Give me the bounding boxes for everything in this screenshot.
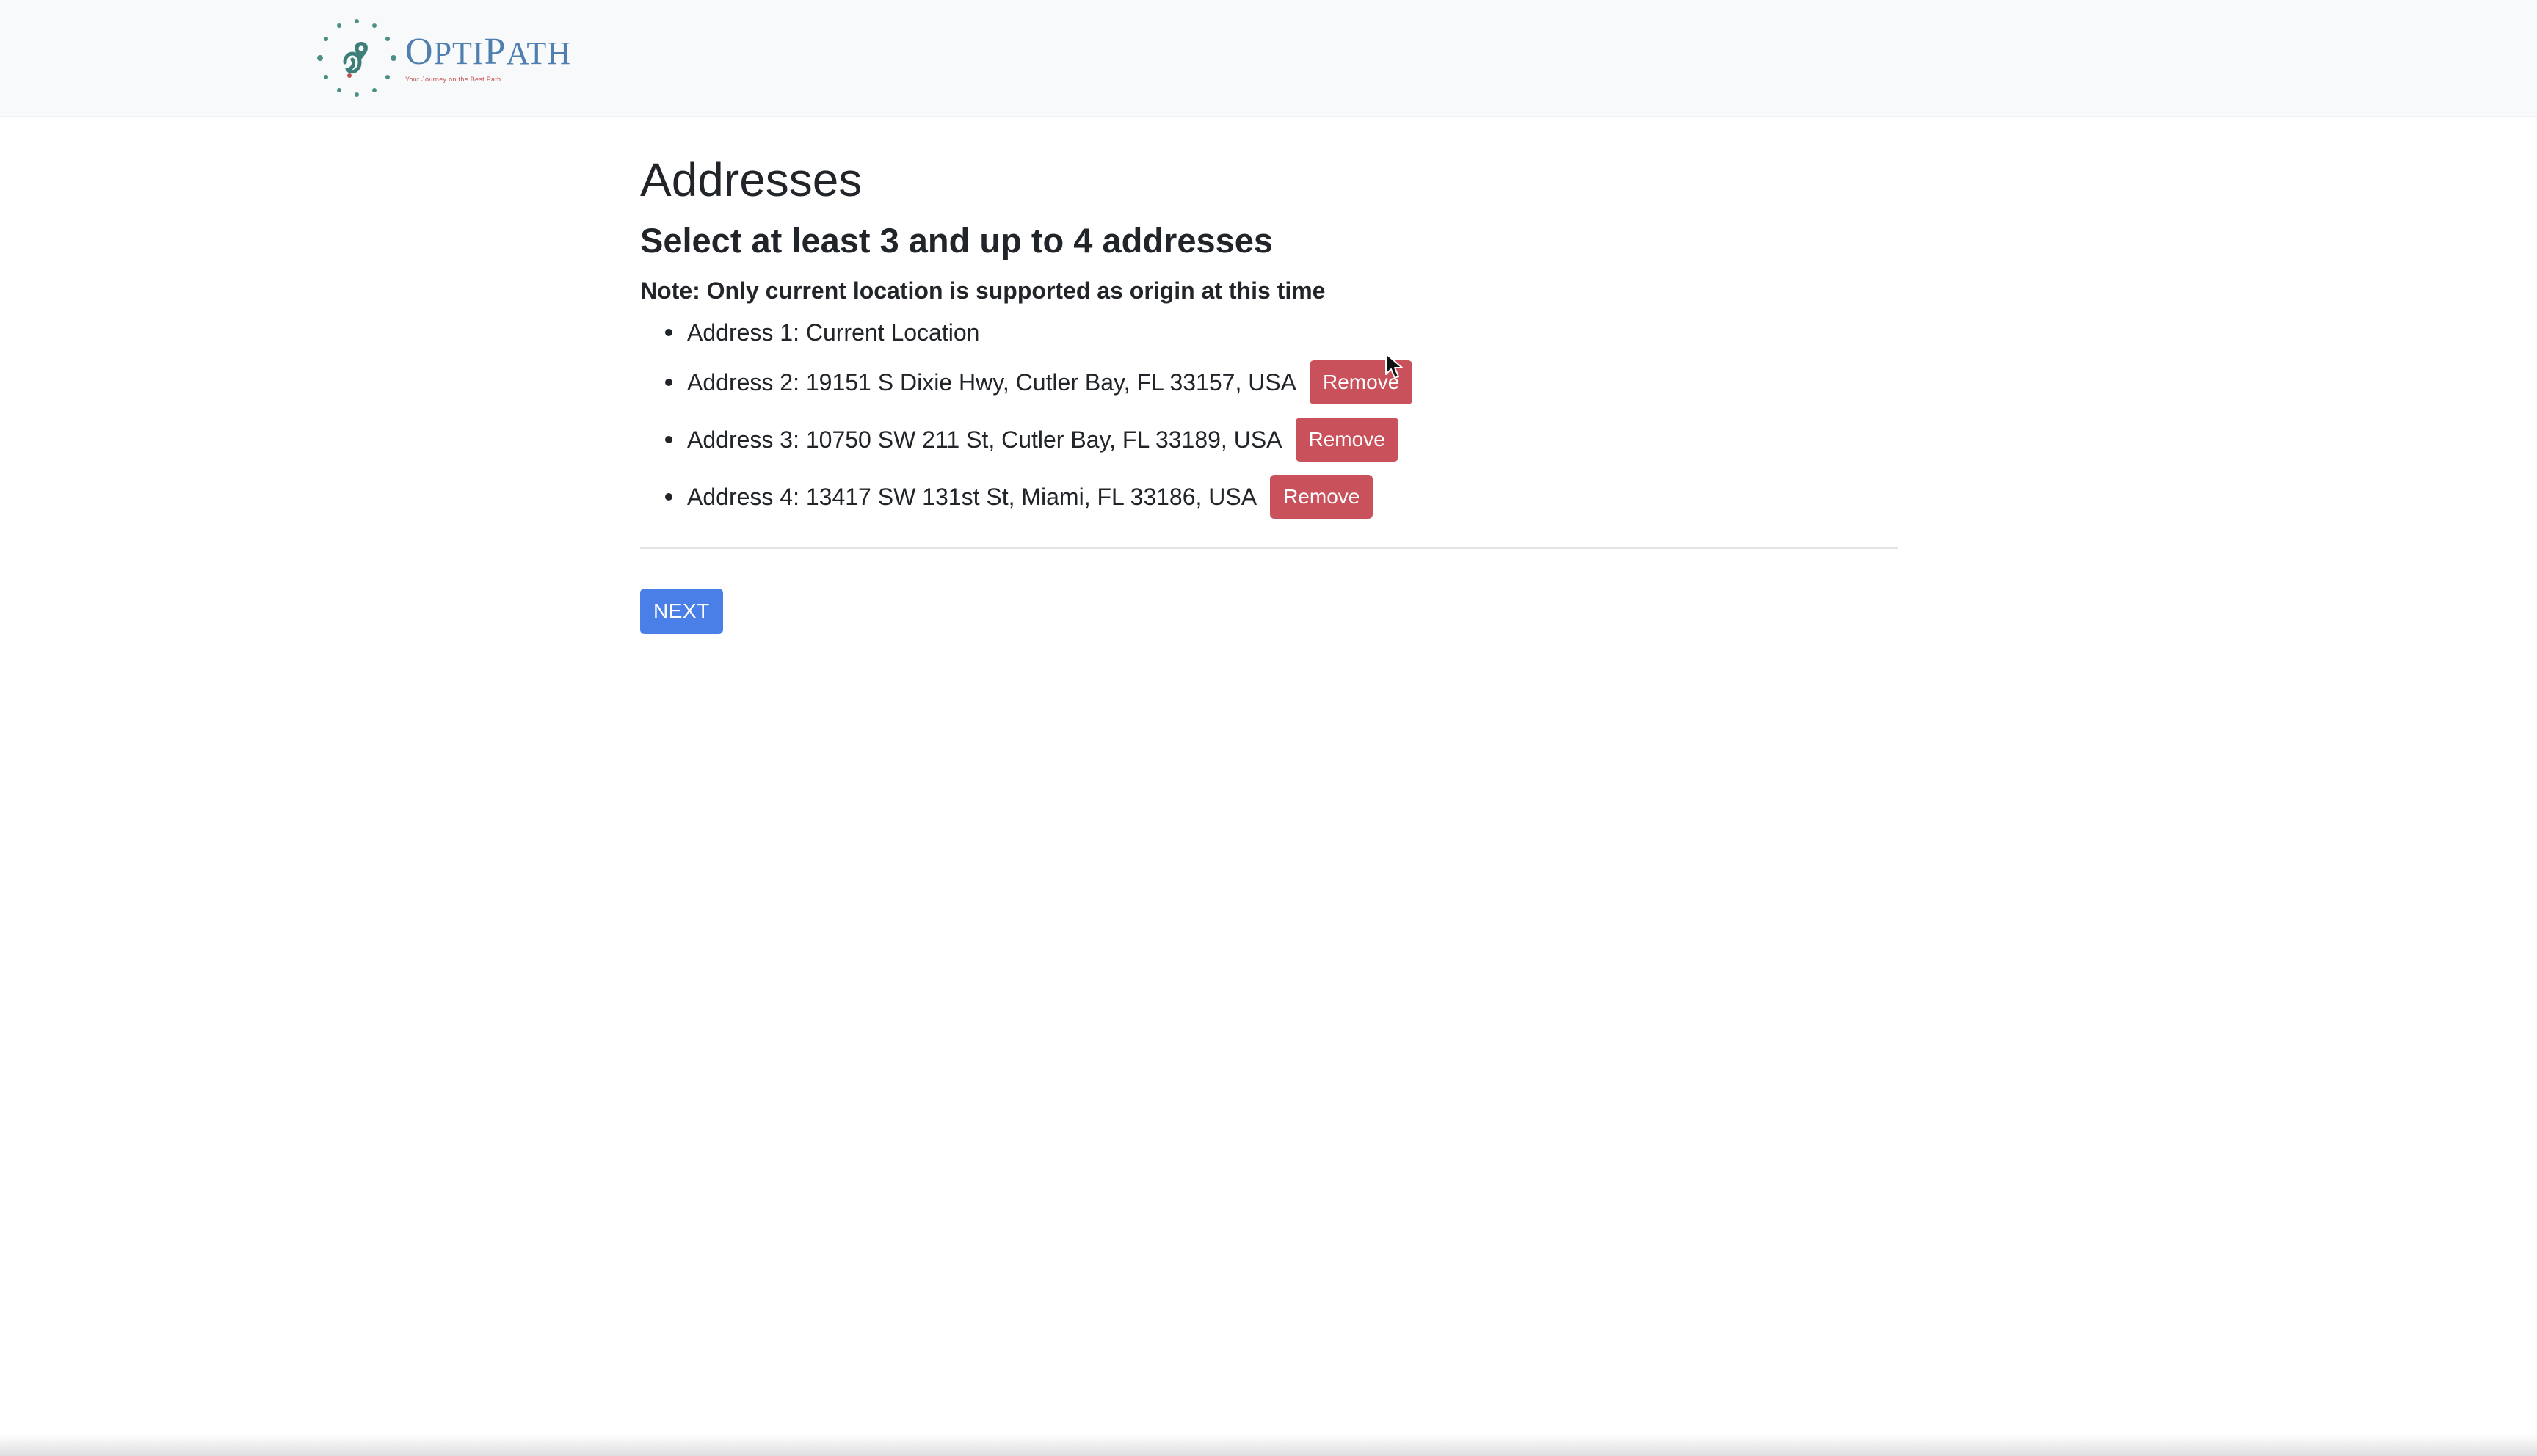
- window-bottom-edge: [0, 1434, 2537, 1456]
- origin-note: Note: Only current location is supported…: [640, 277, 1326, 304]
- brand-link[interactable]: OPTIPATH Your Journey on the Best Path: [316, 16, 571, 100]
- address-list: Address 1: Current Location Address 2: 1…: [640, 311, 1898, 525]
- address-item-1: Address 1: Current Location: [665, 311, 1898, 354]
- address-item-4: Address 4: 13417 SW 131st St, Miami, FL …: [665, 468, 1898, 525]
- main-content: Addresses Select at least 3 and up to 4 …: [640, 147, 1898, 634]
- next-button[interactable]: NEXT: [640, 589, 723, 634]
- address-item-3: Address 3: 10750 SW 211 St, Cutler Bay, …: [665, 411, 1898, 468]
- page-title: Addresses: [640, 153, 863, 206]
- remove-address-3-button[interactable]: Remove: [1295, 418, 1398, 462]
- address-label: Address 3: 10750 SW 211 St, Cutler Bay, …: [687, 426, 1282, 453]
- brand-name: OPTIPATH: [405, 31, 572, 73]
- route-pin-logo-icon: [317, 19, 396, 97]
- divider: [640, 547, 1898, 549]
- remove-address-4-button[interactable]: Remove: [1270, 475, 1373, 519]
- address-item-2: Address 2: 19151 S Dixie Hwy, Cutler Bay…: [665, 354, 1898, 411]
- address-label: Address 1: Current Location: [687, 319, 980, 346]
- address-label: Address 2: 19151 S Dixie Hwy, Cutler Bay…: [687, 369, 1297, 396]
- page: OPTIPATH Your Journey on the Best Path A…: [0, 0, 2537, 1456]
- page-subtitle: Select at least 3 and up to 4 addresses: [640, 221, 1274, 260]
- mouse-cursor-icon: [1385, 353, 1403, 379]
- navbar: OPTIPATH Your Journey on the Best Path: [0, 0, 2537, 117]
- brand-tagline: Your Journey on the Best Path: [405, 76, 501, 83]
- brand-text: OPTIPATH Your Journey on the Best Path: [405, 31, 572, 84]
- address-label: Address 4: 13417 SW 131st St, Miami, FL …: [687, 484, 1257, 510]
